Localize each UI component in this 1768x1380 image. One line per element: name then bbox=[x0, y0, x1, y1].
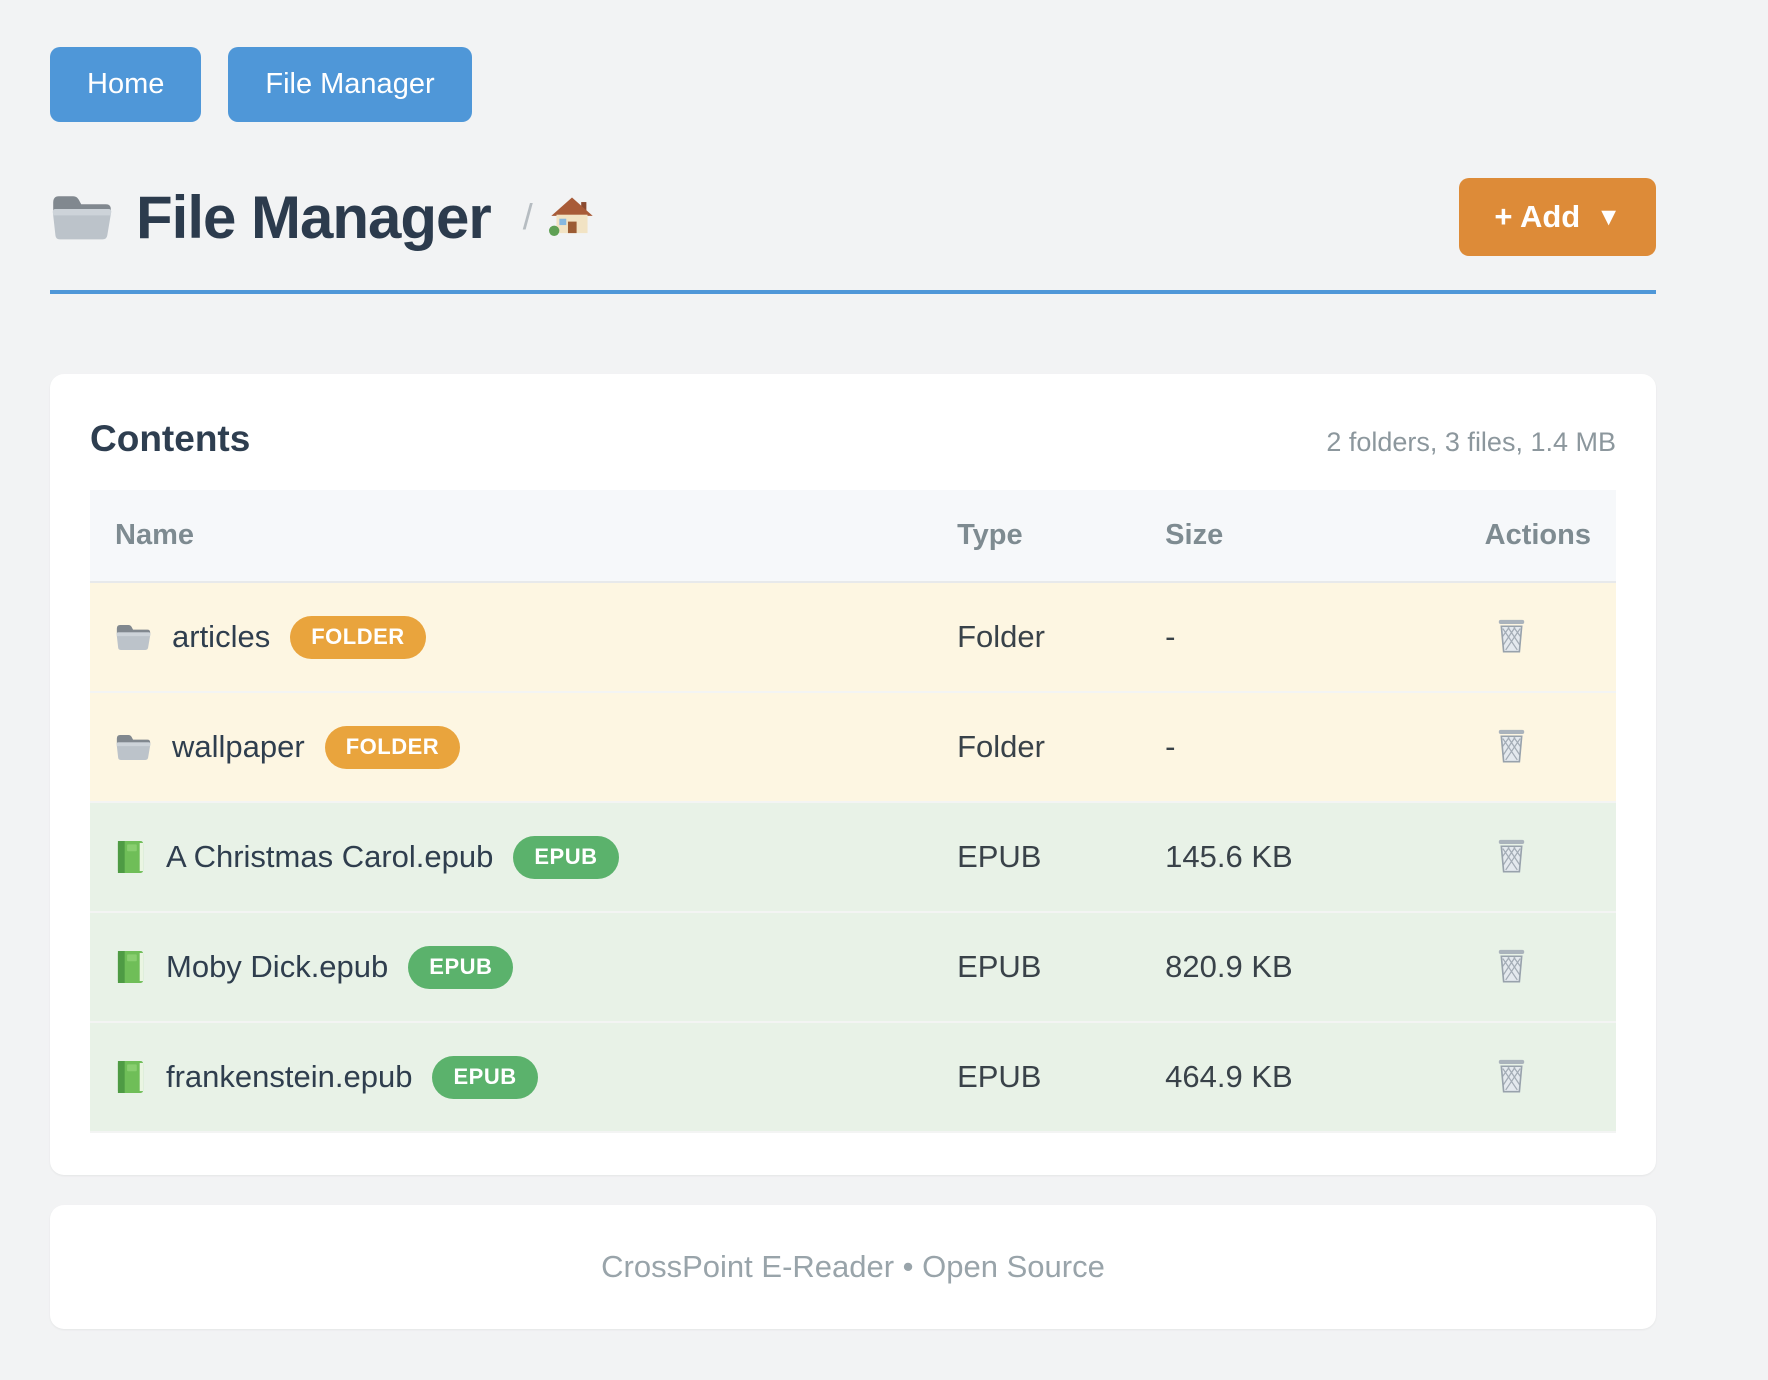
add-button-label: + Add bbox=[1494, 199, 1580, 235]
footer: CrossPoint E-Reader • Open Source bbox=[50, 1205, 1656, 1329]
chevron-down-icon: ▼ bbox=[1596, 203, 1621, 232]
file-name: articles bbox=[172, 619, 270, 655]
file-type: EPUB bbox=[932, 802, 1140, 912]
file-type: Folder bbox=[932, 582, 1140, 692]
trash-icon bbox=[1495, 727, 1528, 764]
file-type: Folder bbox=[932, 692, 1140, 802]
file-name: Moby Dick.epub bbox=[166, 949, 388, 985]
contents-summary: 2 folders, 3 files, 1.4 MB bbox=[1326, 427, 1616, 458]
delete-button[interactable] bbox=[1493, 943, 1530, 991]
header-divider bbox=[50, 290, 1656, 294]
table-row[interactable]: frankenstein.epubEPUBEPUB464.9 KB bbox=[90, 1022, 1616, 1132]
folder-icon bbox=[50, 189, 114, 245]
trash-icon bbox=[1495, 617, 1528, 654]
table-row[interactable]: Moby Dick.epubEPUBEPUB820.9 KB bbox=[90, 912, 1616, 1022]
contents-title: Contents bbox=[90, 418, 250, 460]
trash-icon bbox=[1495, 947, 1528, 984]
delete-button[interactable] bbox=[1493, 613, 1530, 661]
type-badge: FOLDER bbox=[290, 616, 425, 659]
file-name: wallpaper bbox=[172, 729, 305, 765]
file-table: Name Type Size Actions articles FOLDER Fol… bbox=[90, 490, 1616, 1133]
table-row[interactable]: A Christmas Carol.epubEPUBEPUB145.6 KB bbox=[90, 802, 1616, 912]
contents-card: Contents 2 folders, 3 files, 1.4 MB Name… bbox=[50, 374, 1656, 1175]
file-size: 464.9 KB bbox=[1140, 1022, 1459, 1132]
type-badge: FOLDER bbox=[325, 726, 460, 769]
nav-home-button[interactable]: Home bbox=[50, 47, 201, 122]
delete-button[interactable] bbox=[1493, 723, 1530, 771]
file-size: - bbox=[1140, 692, 1459, 802]
table-header-row: Name Type Size Actions bbox=[90, 490, 1616, 582]
page-header: File Manager / + Add ▼ bbox=[50, 178, 1656, 256]
type-badge: EPUB bbox=[432, 1056, 537, 1099]
file-size: - bbox=[1140, 582, 1459, 692]
file-table-body: articles FOLDER Folder- wallpaper FOLDER Fold… bbox=[90, 582, 1616, 1132]
column-header-actions: Actions bbox=[1460, 490, 1616, 582]
breadcrumb-separator: / bbox=[523, 196, 533, 238]
table-row[interactable]: wallpaper FOLDER Folder- bbox=[90, 692, 1616, 802]
column-header-name: Name bbox=[90, 490, 932, 582]
delete-button[interactable] bbox=[1493, 833, 1530, 881]
page-title: File Manager bbox=[136, 183, 491, 252]
table-row[interactable]: articles FOLDER Folder- bbox=[90, 582, 1616, 692]
column-header-size: Size bbox=[1140, 490, 1459, 582]
type-badge: EPUB bbox=[408, 946, 513, 989]
nav-file-manager-button[interactable]: File Manager bbox=[228, 47, 471, 122]
home-icon[interactable] bbox=[549, 196, 595, 238]
book-icon bbox=[115, 1059, 146, 1096]
book-icon bbox=[115, 949, 146, 986]
page: Home File Manager File Manager / + Add ▼… bbox=[0, 0, 1768, 1329]
file-size: 145.6 KB bbox=[1140, 802, 1459, 912]
trash-icon bbox=[1495, 1057, 1528, 1094]
type-badge: EPUB bbox=[513, 836, 618, 879]
folder-icon bbox=[115, 731, 152, 763]
file-size: 820.9 KB bbox=[1140, 912, 1459, 1022]
footer-text: CrossPoint E-Reader • Open Source bbox=[601, 1249, 1105, 1284]
top-nav: Home File Manager bbox=[50, 47, 1656, 122]
file-name: frankenstein.epub bbox=[166, 1059, 412, 1095]
add-button[interactable]: + Add ▼ bbox=[1459, 178, 1656, 256]
trash-icon bbox=[1495, 837, 1528, 874]
delete-button[interactable] bbox=[1493, 1053, 1530, 1101]
column-header-type: Type bbox=[932, 490, 1140, 582]
folder-icon bbox=[115, 621, 152, 653]
book-icon bbox=[115, 839, 146, 876]
file-type: EPUB bbox=[932, 912, 1140, 1022]
file-name: A Christmas Carol.epub bbox=[166, 839, 493, 875]
contents-header: Contents 2 folders, 3 files, 1.4 MB bbox=[90, 418, 1616, 460]
file-type: EPUB bbox=[932, 1022, 1140, 1132]
